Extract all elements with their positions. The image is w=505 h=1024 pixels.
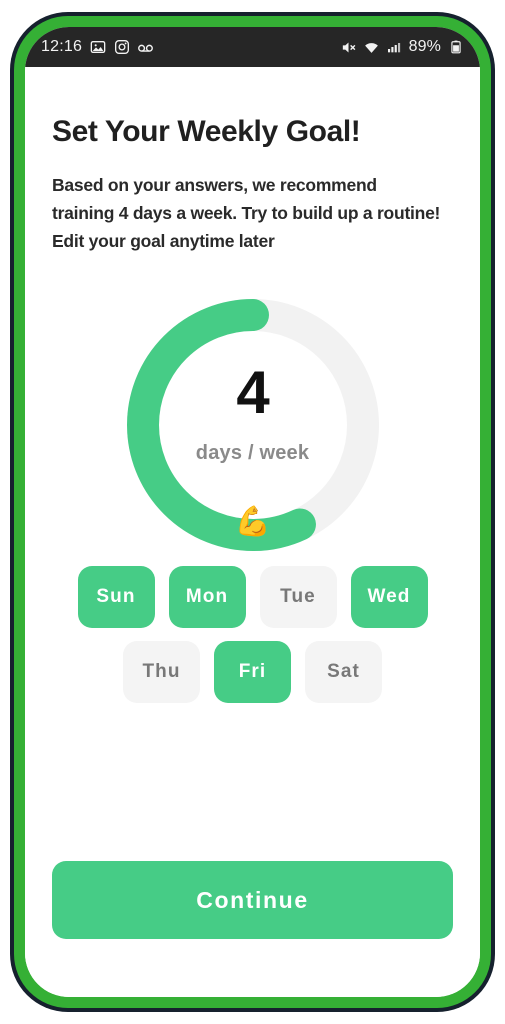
phone-screen: 12:16 89% Set Your Weekly Goal! Based on…	[25, 27, 480, 997]
mute-icon	[340, 39, 357, 56]
voicemail-icon	[137, 39, 154, 56]
status-bar-clock: 12:16	[41, 38, 83, 55]
day-chip-sun[interactable]: Sun	[77, 565, 155, 628]
flexed-biceps-icon: 💪	[234, 505, 271, 538]
wifi-icon	[363, 39, 380, 56]
instagram-icon	[113, 39, 130, 56]
cellular-signal-icon	[386, 39, 403, 56]
day-row: Thu Fri Sat	[52, 640, 453, 703]
status-bar-left: 12:16	[41, 38, 154, 56]
page-title: Set Your Weekly Goal!	[52, 115, 361, 148]
main-content: Set Your Weekly Goal! Based on your answ…	[25, 67, 480, 997]
status-bar: 12:16 89%	[25, 27, 480, 67]
day-selector: Sun Mon Tue Wed Thu Fri Sat	[52, 565, 453, 703]
weekly-goal-ring: 4 days / week 💪	[118, 290, 388, 551]
day-chip-fri[interactable]: Fri	[214, 640, 291, 703]
continue-button[interactable]: Continue	[52, 861, 453, 939]
day-row: Sun Mon Tue Wed	[52, 565, 453, 628]
phone-bezel: 12:16 89% Set Your Weekly Goal! Based on…	[14, 16, 491, 1008]
battery-percent-label: 89%	[408, 38, 441, 55]
phone-frame: 12:16 89% Set Your Weekly Goal! Based on…	[10, 12, 495, 1012]
battery-icon	[447, 39, 464, 56]
photos-icon	[89, 39, 106, 56]
day-chip-wed[interactable]: Wed	[350, 565, 428, 628]
day-chip-thu[interactable]: Thu	[123, 640, 200, 703]
day-chip-sat[interactable]: Sat	[305, 640, 382, 703]
day-chip-mon[interactable]: Mon	[168, 565, 246, 628]
page-subtitle: Based on your answers, we recommend trai…	[52, 174, 441, 252]
day-chip-tue[interactable]: Tue	[259, 565, 337, 628]
status-bar-right: 89%	[340, 38, 464, 56]
footer-actions: Continue	[52, 861, 453, 939]
